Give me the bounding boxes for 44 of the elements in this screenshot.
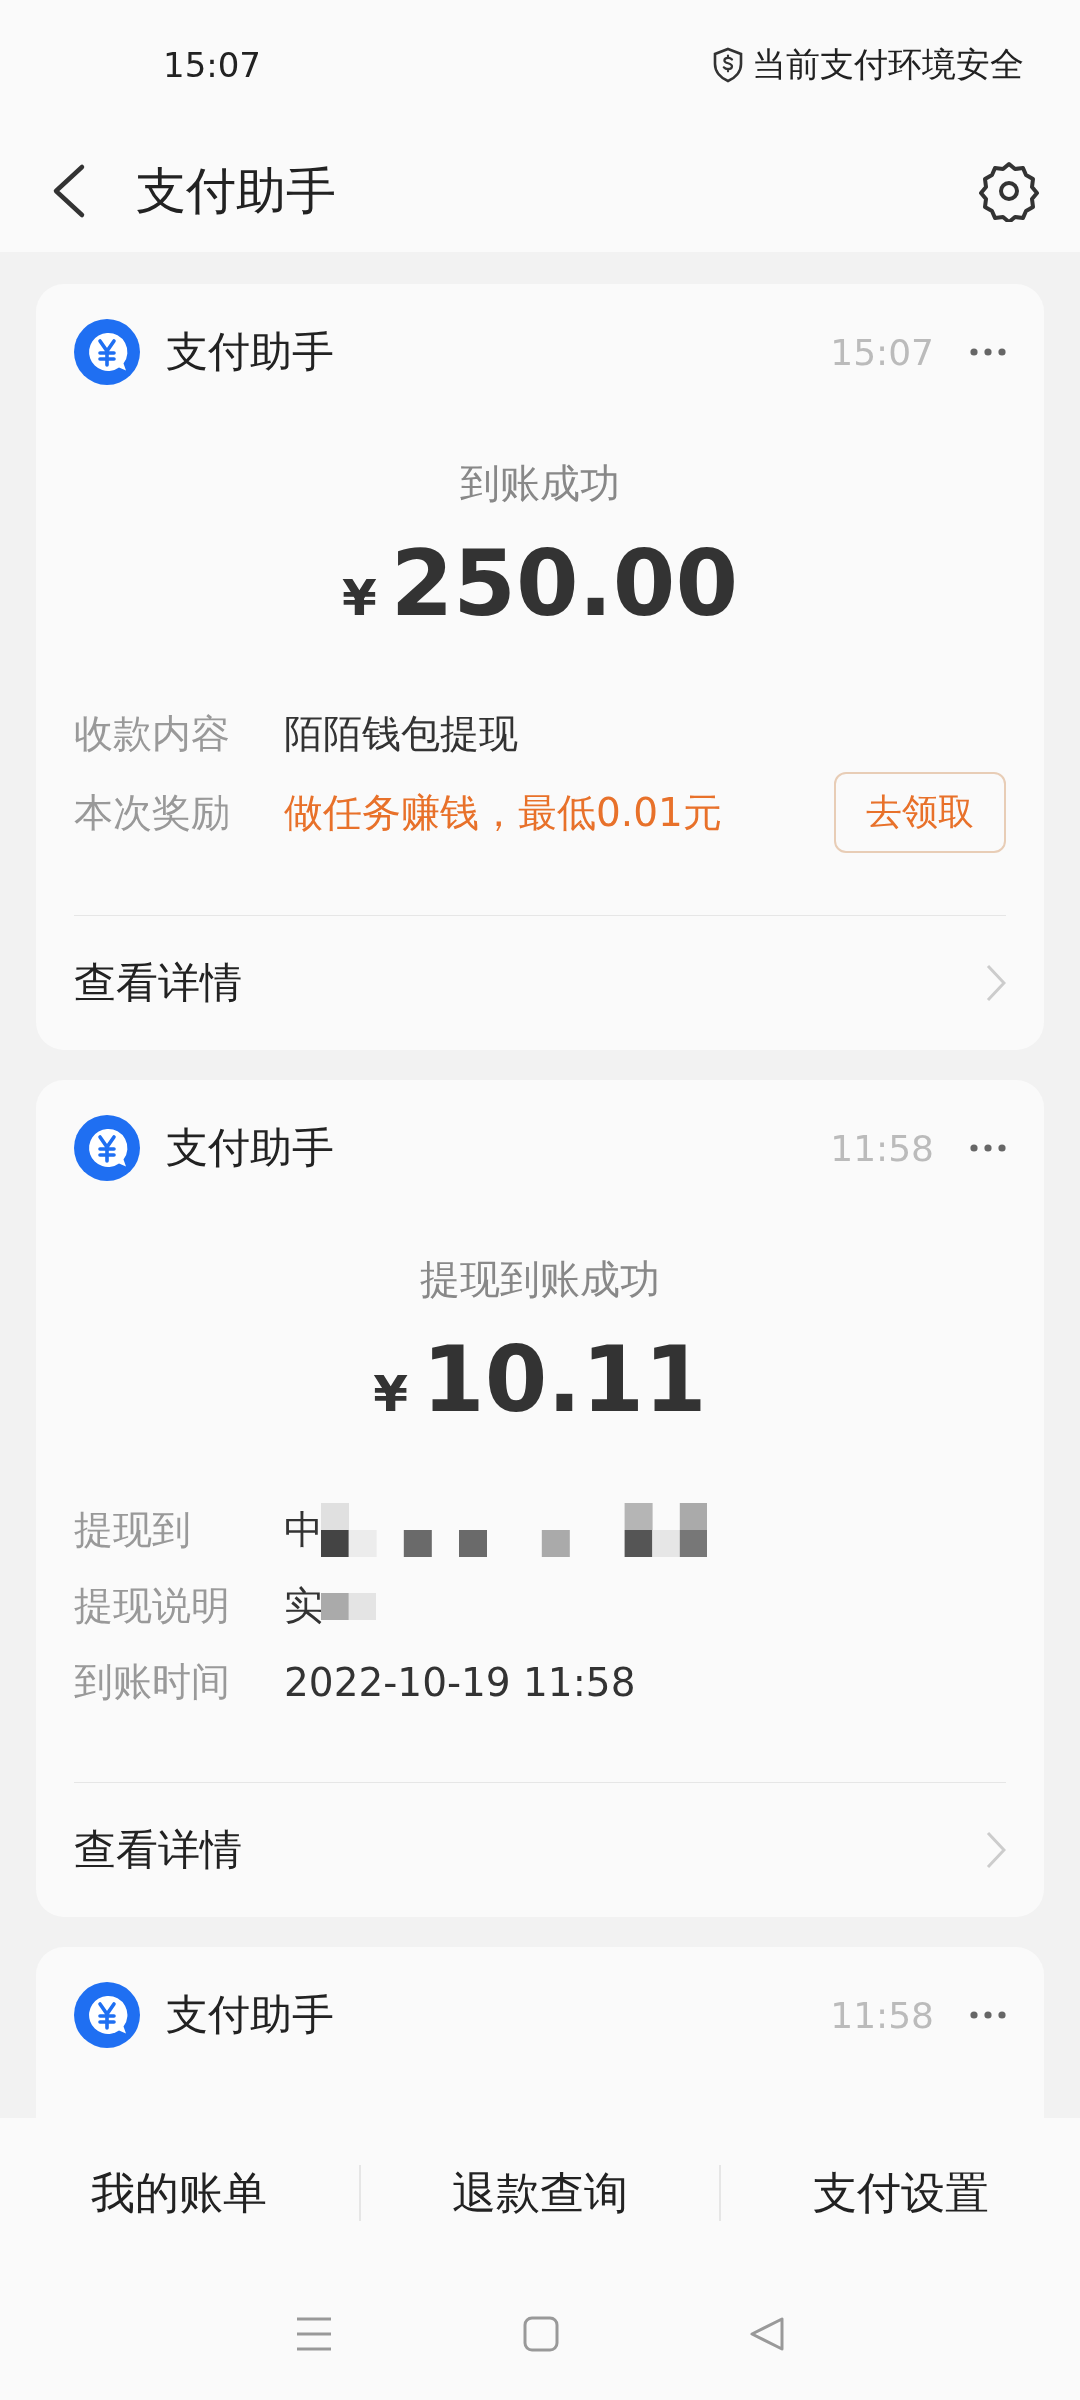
field-value: 中	[284, 1506, 323, 1554]
sender-name: 支付助手	[166, 1122, 335, 1174]
currency-symbol: ¥	[341, 569, 377, 627]
more-button[interactable]	[970, 348, 1006, 356]
sender-name: 支付助手	[166, 326, 335, 378]
bottom-tab[interactable]: 我的账单	[0, 2163, 359, 2223]
field-label: 收款内容	[74, 710, 231, 758]
status-time: 15:07	[163, 45, 261, 85]
bottom-tab[interactable]: 支付设置	[721, 2163, 1080, 2223]
shield-dollar-icon	[712, 47, 744, 83]
field-label: 本次奖励	[74, 788, 231, 837]
message-time: 11:58	[830, 1127, 934, 1169]
back-nav-button[interactable]	[749, 2316, 785, 2352]
message-time: 11:58	[830, 1994, 934, 2036]
field-label: 提现到	[74, 1506, 192, 1554]
details-link[interactable]: 查看详情	[74, 915, 1006, 1050]
message-headline: 提现到账成功	[419, 1255, 661, 1304]
page-title: 支付助手	[136, 160, 337, 222]
security-status: 当前支付环境安全	[752, 43, 1024, 86]
field-label: 到账时间	[74, 1658, 231, 1706]
home-button[interactable]	[523, 2316, 559, 2352]
message-headline: 到账成功	[459, 459, 621, 508]
chevron-right-icon	[986, 964, 1006, 1002]
field-label: 提现说明	[74, 1582, 231, 1630]
more-button[interactable]	[970, 2011, 1006, 2019]
more-button[interactable]	[970, 1144, 1006, 1152]
field-value: 2022-10-19 11:58	[284, 1659, 636, 1705]
amount: 250.00	[390, 531, 739, 636]
chevron-right-icon	[986, 1831, 1006, 1869]
sender-name: 支付助手	[166, 1989, 335, 2041]
pixelated-redaction	[321, 1592, 377, 1620]
currency-symbol: ¥	[373, 1365, 409, 1423]
field-value: 做任务赚钱，最低0.01元	[284, 788, 722, 837]
yuan-chat-icon	[74, 1115, 140, 1181]
bottom-tab[interactable]: 退款查询	[360, 2163, 720, 2223]
settings-button[interactable]	[978, 160, 1040, 222]
message-time: 15:07	[830, 331, 934, 373]
field-value: 实	[284, 1582, 323, 1630]
yuan-chat-icon	[74, 1982, 140, 2048]
details-link[interactable]: 查看详情	[74, 1782, 1006, 1917]
field-value: 陌陌钱包提现	[284, 710, 518, 758]
amount: 10.11	[422, 1327, 707, 1432]
menu-button[interactable]	[295, 2316, 333, 2352]
yuan-chat-icon	[74, 319, 140, 385]
